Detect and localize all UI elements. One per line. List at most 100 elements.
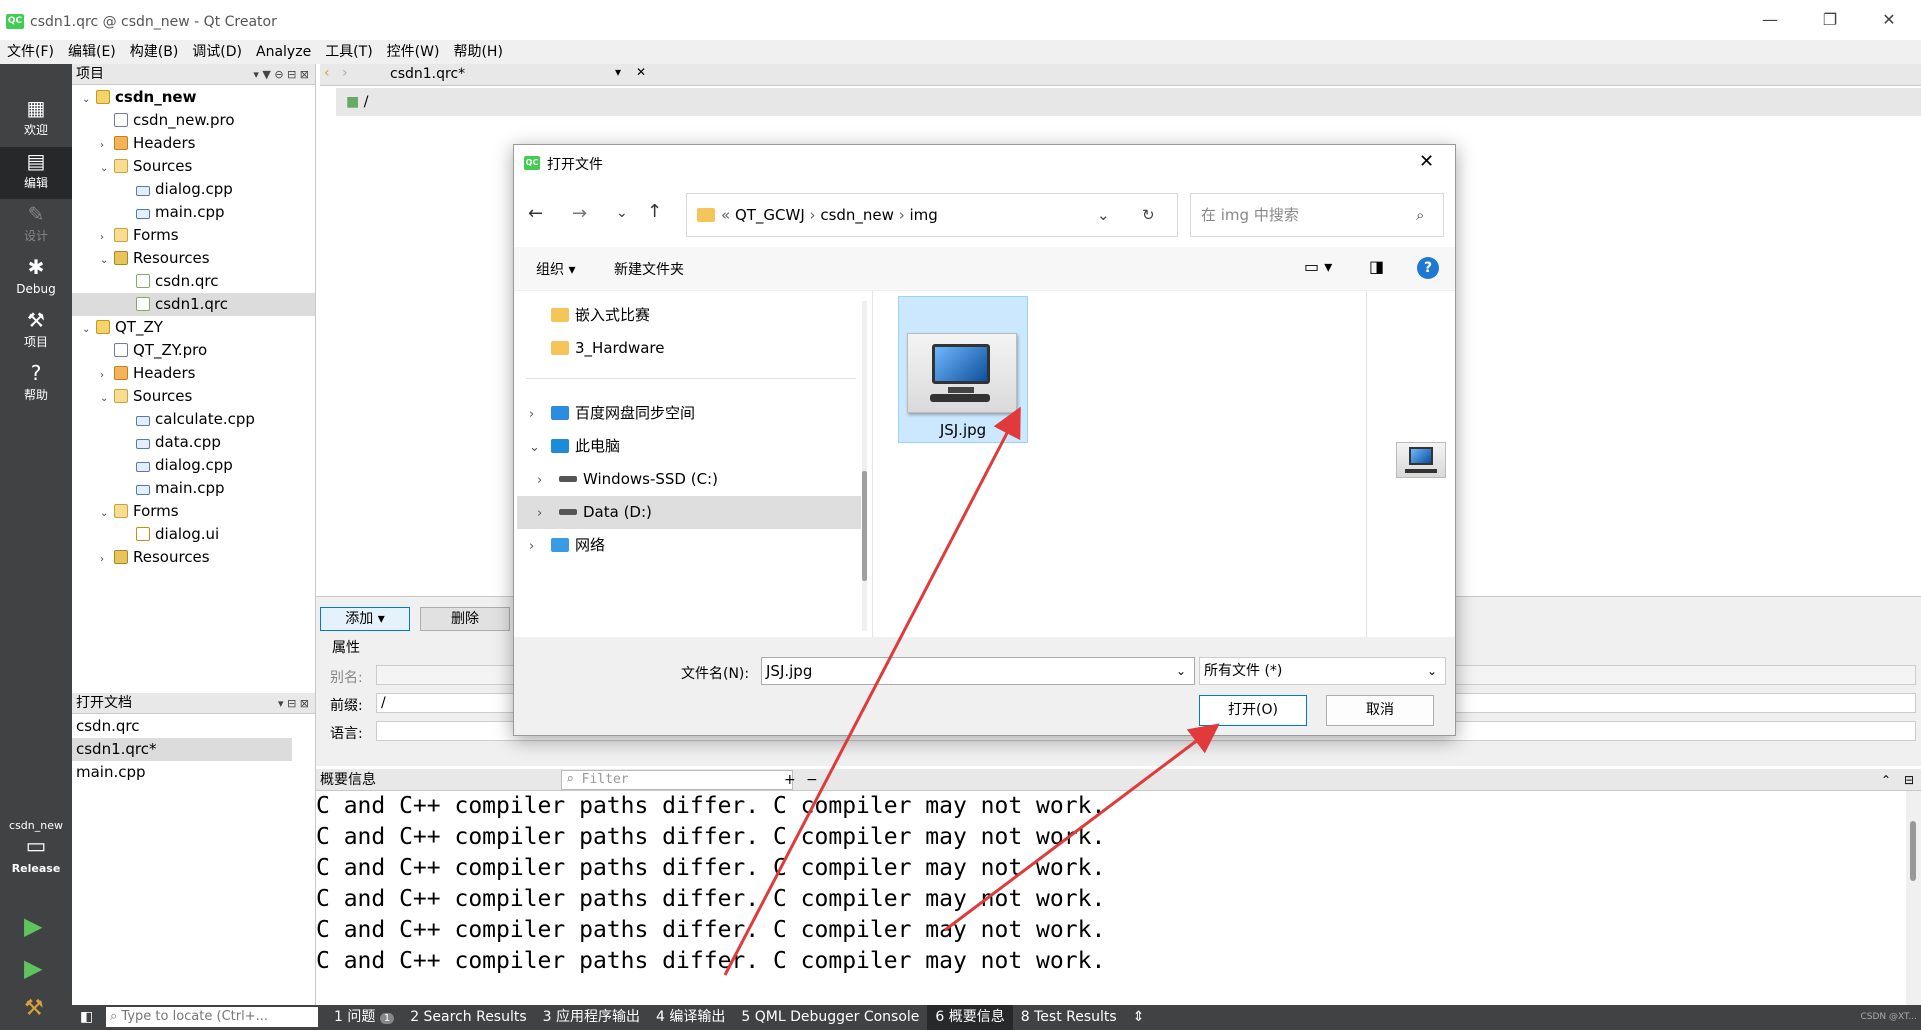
file-type-select[interactable]: 所有文件 (*) ⌄: [1199, 657, 1446, 685]
nav-item[interactable]: › 网络: [517, 529, 861, 562]
editor-file-tab[interactable]: csdn1.qrc*: [390, 66, 465, 82]
tree-item[interactable]: main.cpp: [72, 201, 315, 224]
close-button[interactable]: ✕: [1874, 10, 1904, 29]
build-hammer-icon[interactable]: ⚒: [24, 996, 44, 1021]
close-pane-icon[interactable]: ⊟: [1904, 769, 1914, 791]
back-arrow-icon[interactable]: ‹: [324, 65, 330, 81]
chevron-right-icon[interactable]: ›: [100, 134, 114, 157]
chevron-down-icon[interactable]: ⌄: [1427, 658, 1437, 684]
chevron-right-icon[interactable]: ›: [537, 464, 559, 497]
chevron-down-icon[interactable]: ⌄: [100, 157, 114, 180]
mode-debug[interactable]: ✱ Debug: [0, 253, 72, 305]
chevron-down-icon[interactable]: ⌄: [82, 318, 96, 341]
menu-help[interactable]: 帮助(H): [446, 40, 509, 64]
chevron-down-icon[interactable]: ⌄: [82, 88, 96, 111]
tab-issues[interactable]: 1 问题 1: [326, 1005, 402, 1031]
new-folder-button[interactable]: 新建文件夹: [614, 259, 684, 279]
sidebar-toggle-icon[interactable]: ◧: [72, 1005, 101, 1030]
menu-debug[interactable]: 调试(D): [185, 40, 249, 64]
chevron-down-icon[interactable]: ⌄: [100, 502, 114, 525]
tree-item[interactable]: csdn_new.pro: [72, 109, 315, 132]
menu-file[interactable]: 文件(F): [0, 40, 61, 64]
tree-item[interactable]: QT_ZY.pro: [72, 339, 315, 362]
close-icon[interactable]: ✕: [1419, 151, 1434, 172]
open-doc-item[interactable]: csdn.qrc: [72, 715, 292, 738]
tree-item[interactable]: calculate.cpp: [72, 408, 315, 431]
run-icon[interactable]: ▶: [24, 912, 42, 940]
tabs-more-icon[interactable]: ⇕: [1125, 1005, 1153, 1030]
tree-item[interactable]: ⌄ Resources: [72, 247, 315, 270]
tree-item[interactable]: data.cpp: [72, 431, 315, 454]
chevron-right-icon[interactable]: ›: [537, 497, 559, 530]
nav-item[interactable]: › Data (D:): [517, 496, 861, 529]
tree-item[interactable]: › Resources: [72, 546, 315, 569]
collapse-icon[interactable]: ⌃: [1881, 769, 1891, 791]
help-icon[interactable]: ?: [1417, 257, 1439, 279]
search-input[interactable]: 在 img 中搜索 ⌕: [1190, 193, 1444, 237]
chevron-down-icon[interactable]: ⌄: [616, 205, 628, 221]
tree-item[interactable]: main.cpp: [72, 477, 315, 500]
output-scrollbar[interactable]: [1906, 791, 1921, 1005]
output-text-area[interactable]: C and C++ compiler paths differ. C compi…: [316, 791, 1906, 1001]
tree-item[interactable]: dialog.ui: [72, 523, 315, 546]
mode-welcome[interactable]: ▦ 欢迎: [0, 94, 72, 146]
back-arrow-icon[interactable]: ←: [528, 203, 543, 224]
file-item-selected[interactable]: JSJ.jpg: [898, 296, 1028, 443]
tree-item[interactable]: dialog.cpp: [72, 454, 315, 477]
tab-search-results[interactable]: 2 Search Results: [402, 1005, 534, 1030]
filter-input[interactable]: ⌕ Filter: [561, 770, 793, 790]
menu-analyze[interactable]: Analyze: [249, 40, 318, 64]
mode-edit[interactable]: ▤ 编辑: [0, 147, 72, 199]
chevron-right-icon[interactable]: ›: [100, 548, 114, 571]
add-icon[interactable]: +: [784, 769, 796, 791]
nav-item[interactable]: 嵌入式比赛: [517, 299, 861, 332]
organize-button[interactable]: 组织 ▾: [536, 259, 575, 279]
tab-application-output[interactable]: 3 应用程序输出: [535, 1005, 648, 1030]
tree-item[interactable]: dialog.cpp: [72, 178, 315, 201]
menu-edit[interactable]: 编辑(E): [61, 40, 123, 64]
tree-item[interactable]: csdn1.qrc: [72, 293, 315, 316]
breadcrumb-segment[interactable]: img: [909, 206, 937, 224]
nav-item[interactable]: › 百度网盘同步空间: [517, 397, 861, 430]
mode-design[interactable]: ✎ 设计: [0, 200, 72, 252]
filename-input[interactable]: JSJ.jpg ⌄: [761, 657, 1195, 685]
tree-item[interactable]: csdn.qrc: [72, 270, 315, 293]
chevron-right-icon[interactable]: ›: [529, 398, 551, 431]
nav-scrollbar[interactable]: [862, 301, 867, 631]
nav-item[interactable]: ⌄ 此电脑: [517, 430, 861, 463]
pane-toolbar-icons[interactable]: ▾ ▼ ⊖ ⊟ ⊠: [253, 64, 309, 85]
cancel-button[interactable]: 取消: [1326, 695, 1434, 726]
preview-pane-icon[interactable]: ◨: [1369, 257, 1384, 276]
chevron-right-icon[interactable]: ›: [529, 530, 551, 563]
add-button[interactable]: 添加 ▾: [320, 607, 410, 631]
minus-icon[interactable]: −: [806, 769, 818, 791]
tree-item[interactable]: ⌄ Sources: [72, 385, 315, 408]
nav-item[interactable]: › Windows-SSD (C:): [517, 463, 861, 496]
tree-item[interactable]: › Forms: [72, 224, 315, 247]
chevron-right-icon[interactable]: ›: [100, 226, 114, 249]
chevron-down-icon[interactable]: ▾: [615, 65, 621, 79]
menu-controls[interactable]: 控件(W): [380, 40, 447, 64]
scrollbar-thumb[interactable]: [862, 471, 867, 581]
kit-selector[interactable]: csdn_new ▭ Release: [0, 819, 72, 875]
up-arrow-icon[interactable]: ↑: [647, 201, 662, 222]
tree-item[interactable]: ⌄ QT_ZY: [72, 316, 315, 339]
chevron-down-icon[interactable]: ⌄: [529, 431, 551, 464]
menu-build[interactable]: 构建(B): [123, 40, 186, 64]
locate-input[interactable]: ⌕ Type to locate (Ctrl+...: [106, 1007, 318, 1027]
tab-general-messages[interactable]: 6 概要信息: [927, 1005, 1013, 1030]
chevron-down-icon[interactable]: ⌄: [1176, 658, 1186, 684]
mode-projects[interactable]: ⚒ 项目: [0, 306, 72, 358]
mode-help[interactable]: ? 帮助: [0, 359, 72, 411]
minimize-button[interactable]: —: [1755, 10, 1785, 29]
menu-tools[interactable]: 工具(T): [318, 40, 379, 64]
chevron-down-icon[interactable]: ⌄: [1097, 194, 1110, 236]
close-icon[interactable]: ✕: [636, 65, 646, 79]
tree-item[interactable]: › Headers: [72, 362, 315, 385]
tree-item[interactable]: ⌄ Sources: [72, 155, 315, 178]
open-doc-item[interactable]: csdn1.qrc*: [72, 738, 292, 761]
forward-arrow-icon[interactable]: →: [572, 203, 587, 224]
delete-button[interactable]: 删除: [420, 607, 510, 631]
tab-test-results[interactable]: 8 Test Results: [1013, 1005, 1125, 1030]
tree-item[interactable]: ⌄ csdn_new: [72, 86, 315, 109]
